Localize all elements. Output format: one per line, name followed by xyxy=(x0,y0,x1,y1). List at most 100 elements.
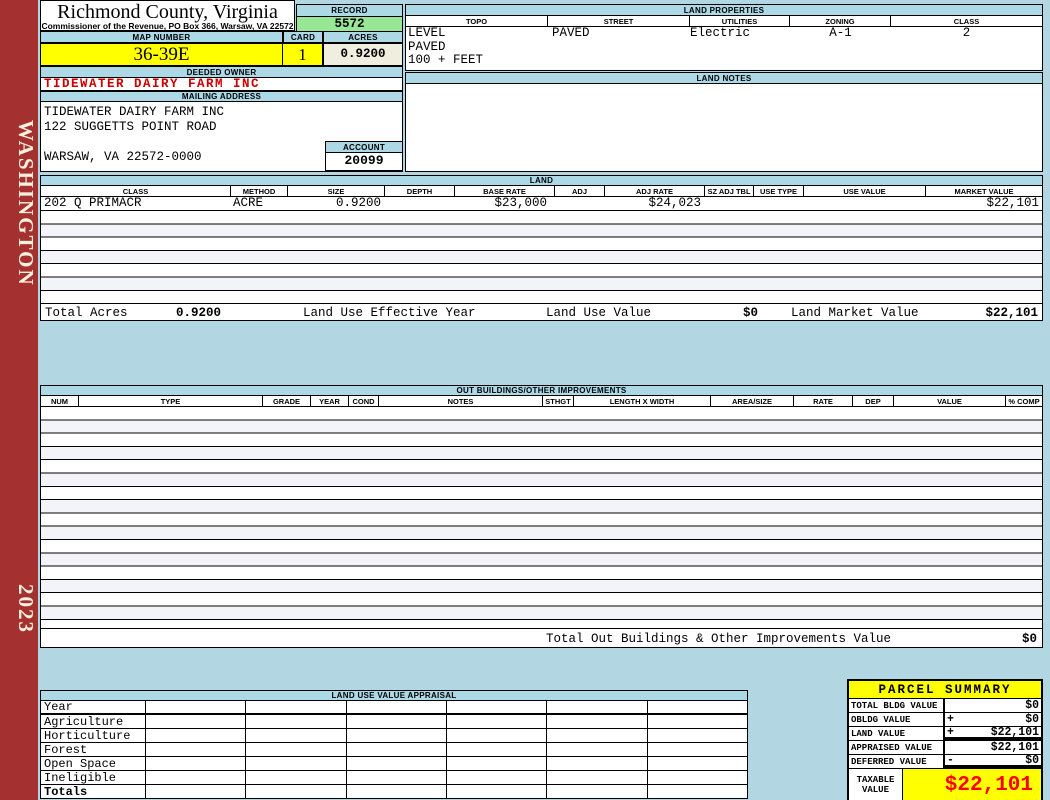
appraisal-row-label: Forest xyxy=(41,743,146,757)
appraisal-cell xyxy=(447,715,548,728)
mailing-address-label: MAILING ADDRESS xyxy=(40,91,403,102)
column-header: USE VALUE xyxy=(804,186,926,196)
column-header: % COMP xyxy=(1008,396,1040,406)
operator-sign: + xyxy=(947,725,954,739)
column-header: SIZE xyxy=(288,186,385,196)
table-row: Forest xyxy=(41,743,747,757)
page-title: Richmond County, Virginia xyxy=(57,1,278,23)
out-buildings-header-row: NUM TYPE GRADE YEAR COND NOTES STHGT LEN… xyxy=(40,396,1043,407)
column-header: NOTES xyxy=(379,396,543,406)
deeded-owner-value: TIDEWATER DAIRY FARM INC xyxy=(40,78,403,91)
land-use-value: $0 xyxy=(742,306,758,320)
appraisal-cell xyxy=(547,715,648,728)
taxable-value-row: TAXABLE VALUE $22,101 xyxy=(849,769,1041,800)
appraisal-cell xyxy=(547,757,648,770)
table-row: TOTAL BLDG VALUE $0 xyxy=(849,699,1041,713)
appraisal-cell xyxy=(447,757,548,770)
land-notes-area xyxy=(405,84,1043,172)
land-use-appraisal-section: LAND USE VALUE APPRAISAL Year Agricultur… xyxy=(40,690,748,799)
column-header: ZONING xyxy=(790,16,891,26)
mailing-address-line: 122 SUGGETTS POINT ROAD xyxy=(44,120,217,134)
table-row: Totals xyxy=(41,785,747,799)
appraisal-cell xyxy=(447,729,548,742)
appraisal-cell xyxy=(648,715,747,728)
parcel-row-label: DEFERRED VALUE xyxy=(849,755,945,768)
zoning-value: A-1 xyxy=(829,26,852,40)
appraisal-cell xyxy=(648,757,747,770)
table-row: LAND VALUE + $22,101 xyxy=(849,725,1041,741)
land-market-value-label: Land Market Value xyxy=(791,306,919,320)
appraisal-cell xyxy=(146,701,247,713)
appraisal-cell xyxy=(246,729,347,742)
appraisal-cell xyxy=(246,771,347,784)
appraisal-row-label: Totals xyxy=(41,785,146,799)
appraisal-cell xyxy=(648,785,747,798)
appraisal-row-label: Open Space xyxy=(41,757,146,771)
table-row: Horticulture xyxy=(41,729,747,743)
parcel-amount: $0 xyxy=(1025,699,1039,712)
map-number-label: MAP NUMBER xyxy=(40,31,283,43)
appraisal-cell xyxy=(447,785,548,798)
land-size-value: 0.9200 xyxy=(335,196,381,210)
mailing-address-line: TIDEWATER DAIRY FARM INC xyxy=(44,105,225,119)
sidebar: WASHINGTON 2023 xyxy=(0,0,38,800)
appraisal-cell xyxy=(347,729,447,742)
column-header: YEAR xyxy=(311,396,349,406)
topo-value: LEVEL PAVED 100 + FEET xyxy=(408,26,484,67)
land-market-value: $22,101 xyxy=(986,196,1039,210)
table-row: Year xyxy=(41,700,747,715)
appraisal-cell xyxy=(648,771,747,784)
column-header: LENGTH X WIDTH xyxy=(574,396,711,406)
appraisal-cell xyxy=(347,715,447,728)
parcel-row-value: - $0 xyxy=(945,754,1041,768)
parcel-amount: $0 xyxy=(1025,713,1039,726)
appraisal-cell xyxy=(547,771,648,784)
appraisal-cell xyxy=(447,743,548,756)
street-value: PAVED xyxy=(552,26,590,40)
parcel-summary-title: PARCEL SUMMARY xyxy=(849,681,1041,699)
column-header: COND xyxy=(349,396,379,406)
land-section: LAND CLASS METHOD SIZE DEPTH BASE RATE A… xyxy=(40,175,1043,321)
land-class-value: 202 Q PRIMACR xyxy=(44,196,142,210)
land-notes-section: LAND NOTES xyxy=(405,72,1043,172)
land-use-appraisal-table: Year Agriculture Horticulture Forest Ope… xyxy=(40,700,748,799)
land-properties-title: LAND PROPERTIES xyxy=(405,4,1043,16)
utilities-value: Electric xyxy=(690,26,751,40)
out-buildings-total-label: Total Out Buildings & Other Improvements… xyxy=(546,632,892,646)
record-value: 5572 xyxy=(296,17,403,32)
land-title: LAND xyxy=(40,175,1043,186)
parcel-summary-section: PARCEL SUMMARY TOTAL BLDG VALUE $0 OBLDG… xyxy=(847,679,1043,800)
parcel-row-label: TOTAL BLDG VALUE xyxy=(849,699,945,712)
out-buildings-empty-rows xyxy=(40,407,1043,628)
account-value: 20099 xyxy=(325,153,403,171)
land-data-row: 202 Q PRIMACR ACRE 0.9200 $23,000 $24,02… xyxy=(40,197,1043,211)
appraisal-cell xyxy=(648,729,747,742)
land-empty-rows xyxy=(40,211,1043,303)
appraisal-cell xyxy=(648,743,747,756)
column-header: RATE xyxy=(794,396,853,406)
appraisal-cell xyxy=(347,785,447,798)
appraisal-cell xyxy=(347,757,447,770)
land-use-value-label: Land Use Value xyxy=(546,306,652,320)
appraisal-cell xyxy=(547,701,648,713)
parcel-row-label: OBLDG VALUE xyxy=(849,713,945,726)
appraisal-cell xyxy=(547,785,648,798)
land-method-value: ACRE xyxy=(233,196,264,210)
sidebar-county-label: WASHINGTON xyxy=(14,120,38,287)
appraisal-cell xyxy=(146,743,247,756)
appraisal-cell xyxy=(146,771,247,784)
column-header: ADJ xyxy=(555,186,605,196)
appraisal-cell xyxy=(447,771,548,784)
column-header: ADJ RATE xyxy=(605,186,705,196)
parcel-row-value: $0 xyxy=(945,699,1041,712)
class-value: 2 xyxy=(962,26,971,40)
appraisal-row-label: Horticulture xyxy=(41,729,146,743)
column-header: USE TYPE xyxy=(754,186,804,196)
table-row: Agriculture xyxy=(41,715,747,729)
column-header: CLASS xyxy=(953,16,980,26)
taxable-value-label: TAXABLE VALUE xyxy=(849,769,903,800)
column-header: VALUE xyxy=(894,396,1006,406)
appraisal-cell xyxy=(246,757,347,770)
column-header: MARKET VALUE xyxy=(954,186,1014,196)
appraisal-cell xyxy=(246,743,347,756)
